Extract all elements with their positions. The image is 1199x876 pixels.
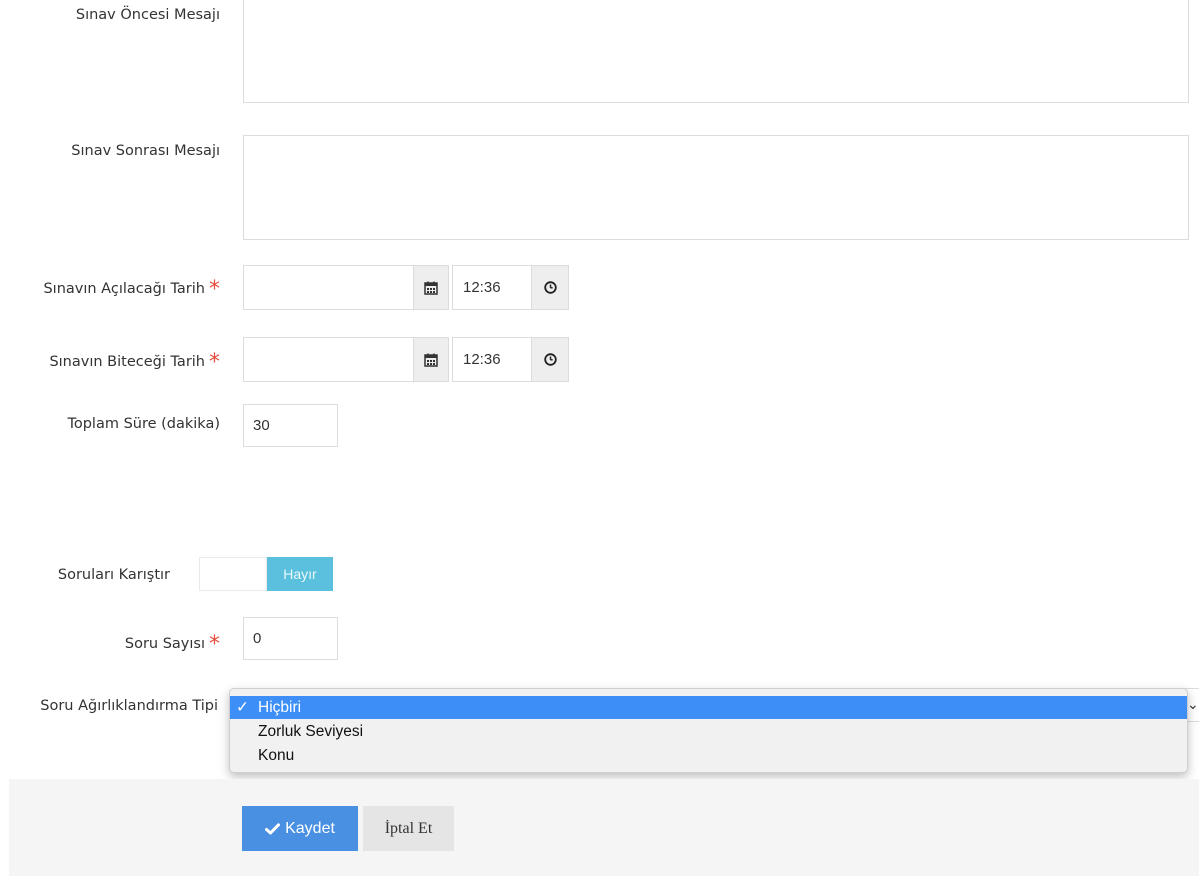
duration-value: 30 (253, 417, 270, 434)
clock-icon (543, 353, 557, 366)
check-icon (265, 822, 281, 834)
open-time-value: 12:36 (463, 279, 501, 296)
required-asterisk: * (209, 632, 220, 657)
question-count-label: Soru Sayısı * (124, 632, 220, 657)
close-time-clock-button[interactable] (531, 337, 569, 382)
close-date-input[interactable] (243, 337, 414, 382)
required-asterisk: * (209, 277, 220, 302)
close-date-calendar-button[interactable] (413, 337, 449, 382)
form-footer (9, 779, 1199, 876)
chevron-down-icon[interactable]: ⌄ (1187, 697, 1199, 713)
duration-label: Toplam Süre (dakika) (67, 416, 220, 432)
option-topic[interactable]: Konu (230, 744, 1187, 767)
weighting-label: Soru Ağırlıklandırma Tipi (40, 698, 218, 714)
question-count-value: 0 (253, 630, 262, 647)
open-date-label: Sınavın Açılacağı Tarih * (43, 277, 220, 302)
weighting-dropdown-menu[interactable]: ✓ Hiçbiri Zorluk Seviyesi Konu (229, 688, 1188, 773)
option-none[interactable]: ✓ Hiçbiri (230, 696, 1187, 719)
required-asterisk: * (209, 350, 220, 375)
shuffle-label: Soruları Karıştır (57, 567, 170, 583)
cancel-button[interactable]: İptal Et (363, 806, 454, 851)
save-button[interactable]: Kaydet (242, 806, 358, 851)
clock-icon (543, 281, 557, 294)
close-time-value: 12:36 (463, 351, 501, 368)
shuffle-toggle-track[interactable] (199, 557, 267, 591)
open-date-input[interactable] (243, 265, 414, 310)
pre-message-textarea[interactable] (243, 0, 1189, 103)
close-date-label: Sınavın Biteceği Tarih * (49, 350, 220, 375)
option-difficulty[interactable]: Zorluk Seviyesi (230, 720, 1187, 743)
check-icon: ✓ (236, 699, 249, 716)
calendar-icon (424, 353, 438, 367)
post-message-label: Sınav Sonrası Mesajı (71, 143, 220, 159)
calendar-icon (424, 281, 438, 295)
pre-message-label: Sınav Öncesi Mesajı (75, 7, 220, 23)
post-message-textarea[interactable] (243, 135, 1189, 240)
open-time-clock-button[interactable] (531, 265, 569, 310)
shuffle-toggle-state[interactable]: Hayır (267, 557, 333, 591)
open-date-calendar-button[interactable] (413, 265, 449, 310)
